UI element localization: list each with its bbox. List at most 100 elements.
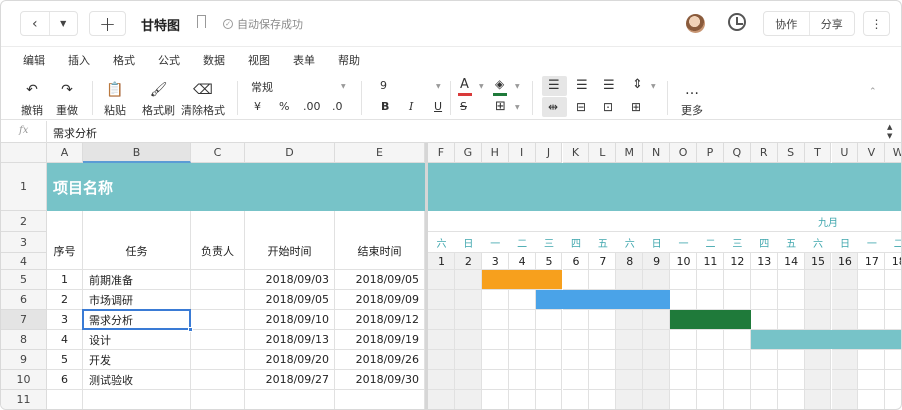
task-owner-cell[interactable]: [191, 310, 245, 330]
align-left-icon[interactable]: ☰: [548, 78, 560, 93]
font-size-select[interactable]: 9: [380, 79, 387, 92]
column-header-N[interactable]: N: [643, 143, 671, 163]
column-header-J[interactable]: J: [535, 143, 563, 163]
gantt-cell[interactable]: [804, 310, 832, 330]
gantt-bar[interactable]: [750, 330, 901, 349]
task-seq-cell[interactable]: 5: [47, 350, 83, 370]
gantt-cell[interactable]: [723, 270, 751, 290]
menu-form[interactable]: 表单: [293, 47, 315, 73]
task-end-cell[interactable]: 2018/09/19: [335, 330, 425, 350]
gantt-cell[interactable]: [858, 350, 886, 370]
gantt-cell[interactable]: [777, 310, 805, 330]
back-button[interactable]: ‹: [21, 12, 49, 35]
gantt-cell[interactable]: [616, 330, 644, 350]
task-owner-cell[interactable]: [191, 290, 245, 310]
gantt-cell[interactable]: [481, 290, 509, 310]
underline-button[interactable]: U: [434, 100, 442, 113]
row-header-11[interactable]: 11: [1, 390, 47, 409]
row-header-5[interactable]: 5: [1, 270, 47, 290]
gantt-cell[interactable]: [831, 310, 859, 330]
fill-color-icon[interactable]: ◈: [495, 77, 504, 91]
table-cell[interactable]: [191, 211, 245, 232]
gantt-cell[interactable]: [723, 330, 751, 350]
gantt-cell[interactable]: [885, 350, 901, 370]
task-seq-cell[interactable]: 4: [47, 330, 83, 350]
task-start-cell[interactable]: 2018/09/03: [245, 270, 335, 290]
gantt-cell[interactable]: [589, 310, 617, 330]
decimal-decrease-button[interactable]: .0: [332, 100, 343, 113]
align-right-icon[interactable]: ☰: [603, 78, 615, 93]
task-end-cell[interactable]: 2018/09/09: [335, 290, 425, 310]
gantt-cell[interactable]: [508, 330, 536, 350]
gantt-cell[interactable]: [508, 370, 536, 390]
gantt-cell[interactable]: [750, 370, 778, 390]
fill-handle[interactable]: [188, 327, 193, 332]
gantt-cell[interactable]: [831, 270, 859, 290]
gantt-cell[interactable]: [454, 290, 482, 310]
gantt-bar[interactable]: [670, 310, 751, 329]
table-cell[interactable]: [335, 211, 425, 232]
gantt-cell[interactable]: [454, 370, 482, 390]
gantt-cell[interactable]: [858, 370, 886, 390]
formula-expand-icon[interactable]: ▲ ▼: [887, 123, 892, 141]
wrap-text-icon[interactable]: ⊟: [576, 100, 586, 114]
gantt-cell[interactable]: [643, 270, 671, 290]
document-title[interactable]: 甘特图: [141, 15, 180, 34]
currency-button[interactable]: ¥: [254, 100, 261, 113]
task-owner-cell[interactable]: [191, 350, 245, 370]
gantt-cell[interactable]: [670, 290, 697, 310]
row-header-3[interactable]: 3: [1, 232, 47, 253]
gantt-cell[interactable]: [804, 290, 832, 310]
strikethrough-button[interactable]: S: [460, 100, 467, 113]
table-cell[interactable]: [83, 211, 191, 232]
menu-formula[interactable]: 公式: [158, 47, 180, 73]
task-task-cell[interactable]: 前期准备: [83, 270, 191, 290]
column-header-K[interactable]: K: [562, 143, 590, 163]
gantt-cell[interactable]: [562, 310, 590, 330]
gantt-cell[interactable]: [562, 370, 590, 390]
row-header-7[interactable]: 7: [1, 310, 47, 330]
gantt-cell[interactable]: [428, 290, 455, 310]
menu-insert[interactable]: 插入: [68, 47, 90, 73]
gantt-cell[interactable]: [885, 290, 901, 310]
row-header-1[interactable]: 1: [1, 163, 47, 211]
gantt-cell[interactable]: [697, 270, 724, 290]
gantt-cell[interactable]: [670, 270, 697, 290]
row-header-9[interactable]: 9: [1, 350, 47, 370]
gantt-cell[interactable]: [454, 270, 482, 290]
task-owner-cell[interactable]: [191, 370, 245, 390]
gantt-cell[interactable]: [750, 350, 778, 370]
gantt-cell[interactable]: [616, 350, 644, 370]
gantt-cell[interactable]: [805, 390, 832, 409]
borders-icon[interactable]: ⊞: [495, 99, 506, 114]
avatar[interactable]: [686, 14, 705, 33]
gantt-cell[interactable]: [778, 390, 805, 409]
gantt-cell[interactable]: [697, 370, 724, 390]
gantt-cell[interactable]: [670, 350, 697, 370]
text-rotate-icon[interactable]: ⊡: [603, 100, 613, 114]
gantt-cell[interactable]: [589, 330, 617, 350]
column-header-B[interactable]: B: [83, 143, 191, 163]
column-header-O[interactable]: O: [670, 143, 697, 163]
number-format-select[interactable]: 常规: [251, 79, 273, 95]
paste-button[interactable]: 📋 粘贴: [104, 81, 126, 118]
gantt-cell[interactable]: [428, 270, 455, 290]
gantt-cell[interactable]: [562, 330, 590, 350]
gantt-cell[interactable]: [804, 350, 832, 370]
gantt-cell[interactable]: [750, 290, 778, 310]
task-start-cell[interactable]: 2018/09/05: [245, 290, 335, 310]
history-dropdown-button[interactable]: ▼: [48, 12, 78, 35]
gantt-cell[interactable]: [454, 350, 482, 370]
gantt-cell[interactable]: [643, 350, 671, 370]
gantt-cell[interactable]: [858, 390, 886, 409]
gantt-cell[interactable]: [616, 270, 644, 290]
column-header-A[interactable]: A: [47, 143, 83, 163]
more-tools-button[interactable]: … 更多: [681, 81, 703, 118]
gantt-cell[interactable]: [616, 370, 644, 390]
gantt-cell[interactable]: [481, 330, 509, 350]
menu-help[interactable]: 帮助: [338, 47, 360, 73]
gantt-cell[interactable]: [481, 310, 509, 330]
gantt-cell[interactable]: [589, 370, 617, 390]
gantt-cell[interactable]: [858, 310, 886, 330]
gantt-cell[interactable]: [885, 390, 901, 409]
